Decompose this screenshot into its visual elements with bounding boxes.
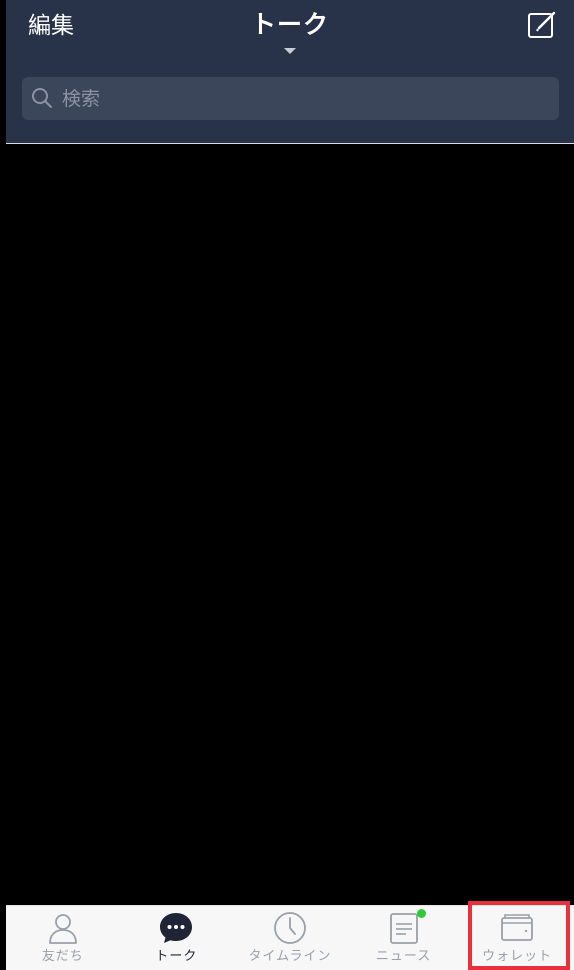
title-dropdown[interactable]: トーク <box>6 6 574 54</box>
chat-list-area <box>6 143 574 905</box>
tab-friends[interactable]: 友だち <box>6 906 120 970</box>
tab-bar: 友だち トーク タイムライン ニュース ウォレット <box>6 905 574 970</box>
tab-label: タイムライン <box>248 949 332 964</box>
tab-label: 友だち <box>41 949 84 964</box>
tab-news[interactable]: ニュース <box>347 906 461 970</box>
compose-icon <box>528 11 556 38</box>
clock-icon <box>274 912 306 944</box>
header: 編集 トーク <box>6 0 574 143</box>
tab-label: ウォレット <box>482 949 553 964</box>
search-input[interactable] <box>62 77 542 120</box>
caret-down-icon <box>284 48 296 54</box>
search-icon <box>32 88 52 108</box>
search-box[interactable] <box>22 77 559 120</box>
tab-wallet[interactable]: ウォレット <box>460 906 574 970</box>
tab-talk[interactable]: トーク <box>120 906 234 970</box>
wallet-icon <box>501 914 534 941</box>
friends-icon <box>48 914 77 944</box>
page-title: トーク <box>250 10 329 39</box>
chat-icon <box>160 913 193 943</box>
tab-label: ニュース <box>375 949 432 964</box>
screen: 編集 トーク 友だち <box>0 0 574 970</box>
compose-button[interactable] <box>526 9 558 41</box>
tab-label: トーク <box>155 949 198 964</box>
tab-timeline[interactable]: タイムライン <box>233 906 347 970</box>
news-icon <box>389 913 418 944</box>
news-badge <box>416 909 426 918</box>
